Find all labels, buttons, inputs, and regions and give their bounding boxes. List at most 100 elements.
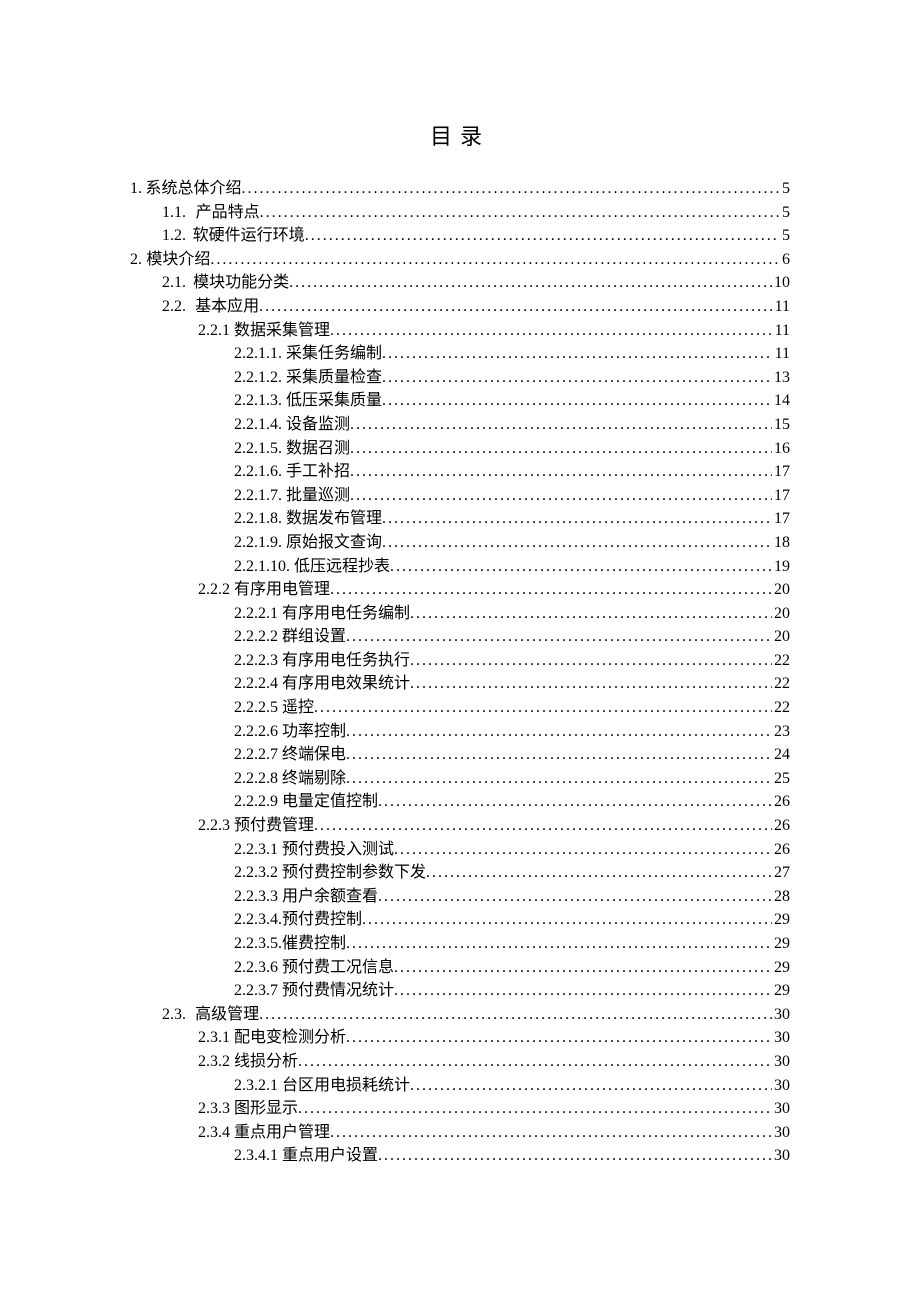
- toc-entry-page: 23: [772, 720, 790, 744]
- toc-entry[interactable]: 1.1.产品特点5: [130, 201, 790, 225]
- toc-entry-page: 28: [772, 885, 790, 909]
- toc-entry-number: 1.2.: [162, 224, 193, 248]
- toc-entry-page: 14: [772, 389, 790, 413]
- toc-leader-dots: [350, 484, 772, 508]
- toc-entry-label: 2.2.2.1 有序用电任务编制: [234, 602, 410, 626]
- toc-entry-page: 15: [772, 413, 790, 437]
- toc-entry-label: 2.2.2.8 终端剔除: [234, 767, 346, 791]
- toc-leader-dots: [378, 790, 772, 814]
- toc-entry-label: 2.2.1.3. 低压采集质量: [234, 389, 382, 413]
- toc-entry[interactable]: 2.2.1.9. 原始报文查询18: [130, 531, 790, 555]
- toc-entry-label: 模块功能分类: [193, 271, 289, 295]
- toc-leader-dots: [346, 1026, 772, 1050]
- toc-entry-label: 2.2.1.1. 采集任务编制: [234, 342, 382, 366]
- toc-entry[interactable]: 2.2.3.6 预付费工况信息 29: [130, 956, 790, 980]
- toc-entry[interactable]: 2.2.2.4 有序用电效果统计22: [130, 672, 790, 696]
- toc-entry[interactable]: 2.2.3.1 预付费投入测试26: [130, 838, 790, 862]
- toc-entry[interactable]: 2.2.1.6. 手工补招17: [130, 460, 790, 484]
- toc-leader-dots: [260, 201, 780, 225]
- toc-leader-dots: [350, 460, 772, 484]
- toc-entry[interactable]: 2.2.2.6 功率控制 23: [130, 720, 790, 744]
- toc-entry[interactable]: 2.2.1.1. 采集任务编制11: [130, 342, 790, 366]
- toc-entry-page: 17: [772, 484, 790, 508]
- toc-title: 目录: [130, 120, 790, 153]
- toc-entry-page: 26: [772, 790, 790, 814]
- toc-entry[interactable]: 2.2.基本应用11: [130, 295, 790, 319]
- toc-entry[interactable]: 2.2.2 有序用电管理20: [130, 578, 790, 602]
- toc-entry[interactable]: 2.2.2.9 电量定值控制 26: [130, 790, 790, 814]
- toc-entry-page: 27: [772, 861, 790, 885]
- toc-entry[interactable]: 1.2.软硬件运行环境 5: [130, 224, 790, 248]
- toc-entry-label: 2.2.1.4. 设备监测: [234, 413, 350, 437]
- toc-entry[interactable]: 2.2.1.5. 数据召测 16: [130, 437, 790, 461]
- toc-entry-page: 16: [772, 437, 790, 461]
- toc-entry[interactable]: 2.2.1.10. 低压远程抄表19: [130, 555, 790, 579]
- toc-entry-page: 10: [772, 271, 790, 295]
- toc-entry[interactable]: 2.2.3.5.催费控制29: [130, 932, 790, 956]
- toc-entry[interactable]: 2.3.1 配电变检测分析30: [130, 1026, 790, 1050]
- toc-entry[interactable]: 2.2.2.5 遥控22: [130, 696, 790, 720]
- toc-leader-dots: [298, 1097, 772, 1121]
- toc-entry-page: 30: [772, 1003, 790, 1027]
- toc-entry-label: 2.3.2 线损分析: [198, 1050, 298, 1074]
- toc-entry[interactable]: 2.2.2.3 有序用电任务执行22: [130, 649, 790, 673]
- toc-entry-label: 2.2.2 有序用电管理: [198, 578, 330, 602]
- toc-entry[interactable]: 2.2.1.3. 低压采集质量 14: [130, 389, 790, 413]
- toc-entry-label: 2.2.1.7. 批量巡测: [234, 484, 350, 508]
- toc-entry[interactable]: 2.3.4.1 重点用户设置30: [130, 1144, 790, 1168]
- toc-entry[interactable]: 2.2.1 数据采集管理11: [130, 319, 790, 343]
- toc-entry[interactable]: 2.2.1.4. 设备监测 15: [130, 413, 790, 437]
- toc-entry-label: 2.2.2.6 功率控制: [234, 720, 346, 744]
- toc-entry[interactable]: 2.1.模块功能分类10: [130, 271, 790, 295]
- toc-leader-dots: [394, 956, 772, 980]
- toc-entry[interactable]: 2.2.3.2 预付费控制参数下发27: [130, 861, 790, 885]
- toc-entry-label: 2.3.2.1 台区用电损耗统计: [234, 1074, 410, 1098]
- toc-entry[interactable]: 2.2.2.7 终端保电24: [130, 743, 790, 767]
- toc-entry-page: 17: [772, 460, 790, 484]
- toc-entry-page: 5: [780, 224, 790, 248]
- toc-leader-dots: [298, 1050, 772, 1074]
- toc-entry-label: 2.3.1 配电变检测分析: [198, 1026, 346, 1050]
- toc-leader-dots: [382, 507, 772, 531]
- toc-entry[interactable]: 2.2.1.7. 批量巡测 17: [130, 484, 790, 508]
- toc-entry-page: 5: [780, 201, 790, 225]
- toc-entry[interactable]: 2.2.3.4.预付费控制29: [130, 908, 790, 932]
- toc-entry-label: 2.2.2.9 电量定值控制: [234, 790, 378, 814]
- toc-entry-label: 2.2.2.4 有序用电效果统计: [234, 672, 410, 696]
- toc-entry-number: 2.3.: [162, 1003, 195, 1027]
- toc-entry[interactable]: 2.3.3 图形显示30: [130, 1097, 790, 1121]
- toc-entry-label: 2.2.2.2 群组设置: [234, 625, 346, 649]
- toc-entry[interactable]: 1.系统总体介绍5: [130, 177, 790, 201]
- toc-entry[interactable]: 2.3.2.1 台区用电损耗统计30: [130, 1074, 790, 1098]
- toc-entry-page: 11: [773, 319, 790, 343]
- toc-entry[interactable]: 2.2.1.2. 采集质量检查13: [130, 366, 790, 390]
- toc-leader-dots: [410, 649, 772, 673]
- toc-entry-number: 1.1.: [162, 201, 196, 225]
- toc-entry-page: 29: [772, 956, 790, 980]
- toc-entry-label: 2.3.3 图形显示: [198, 1097, 298, 1121]
- toc-entry[interactable]: 2.2.2.2 群组设置 20: [130, 625, 790, 649]
- toc-entry-page: 20: [772, 625, 790, 649]
- toc-entry[interactable]: 2.2.1.8. 数据发布管理17: [130, 507, 790, 531]
- toc-entry[interactable]: 2.2.3.3 用户余额查看28: [130, 885, 790, 909]
- toc-entry-label: 2.2.3.6 预付费工况信息: [234, 956, 394, 980]
- toc-entry[interactable]: 2.3.高级管理30: [130, 1003, 790, 1027]
- toc-entry[interactable]: 2.模块介绍6: [130, 248, 790, 272]
- toc-leader-dots: [259, 295, 772, 319]
- toc-container: 1.系统总体介绍51.1.产品特点51.2.软硬件运行环境52.模块介绍62.1…: [130, 177, 790, 1168]
- toc-entry[interactable]: 2.2.3.7 预付费情况统计29: [130, 979, 790, 1003]
- toc-entry-page: 25: [772, 767, 790, 791]
- toc-entry[interactable]: 2.2.3 预付费管理26: [130, 814, 790, 838]
- toc-entry-page: 24: [772, 743, 790, 767]
- toc-leader-dots: [350, 437, 772, 461]
- toc-entry-page: 19: [772, 555, 790, 579]
- toc-entry[interactable]: 2.2.2.1 有序用电任务编制20: [130, 602, 790, 626]
- toc-entry-page: 26: [772, 814, 790, 838]
- toc-entry-label: 软硬件运行环境: [193, 224, 305, 248]
- toc-entry[interactable]: 2.2.2.8 终端剔除 25: [130, 767, 790, 791]
- toc-entry[interactable]: 2.3.2 线损分析30: [130, 1050, 790, 1074]
- toc-leader-dots: [382, 342, 773, 366]
- toc-entry[interactable]: 2.3.4 重点用户管理30: [130, 1121, 790, 1145]
- toc-entry-page: 29: [772, 932, 790, 956]
- toc-entry-label: 2.2.1.5. 数据召测: [234, 437, 350, 461]
